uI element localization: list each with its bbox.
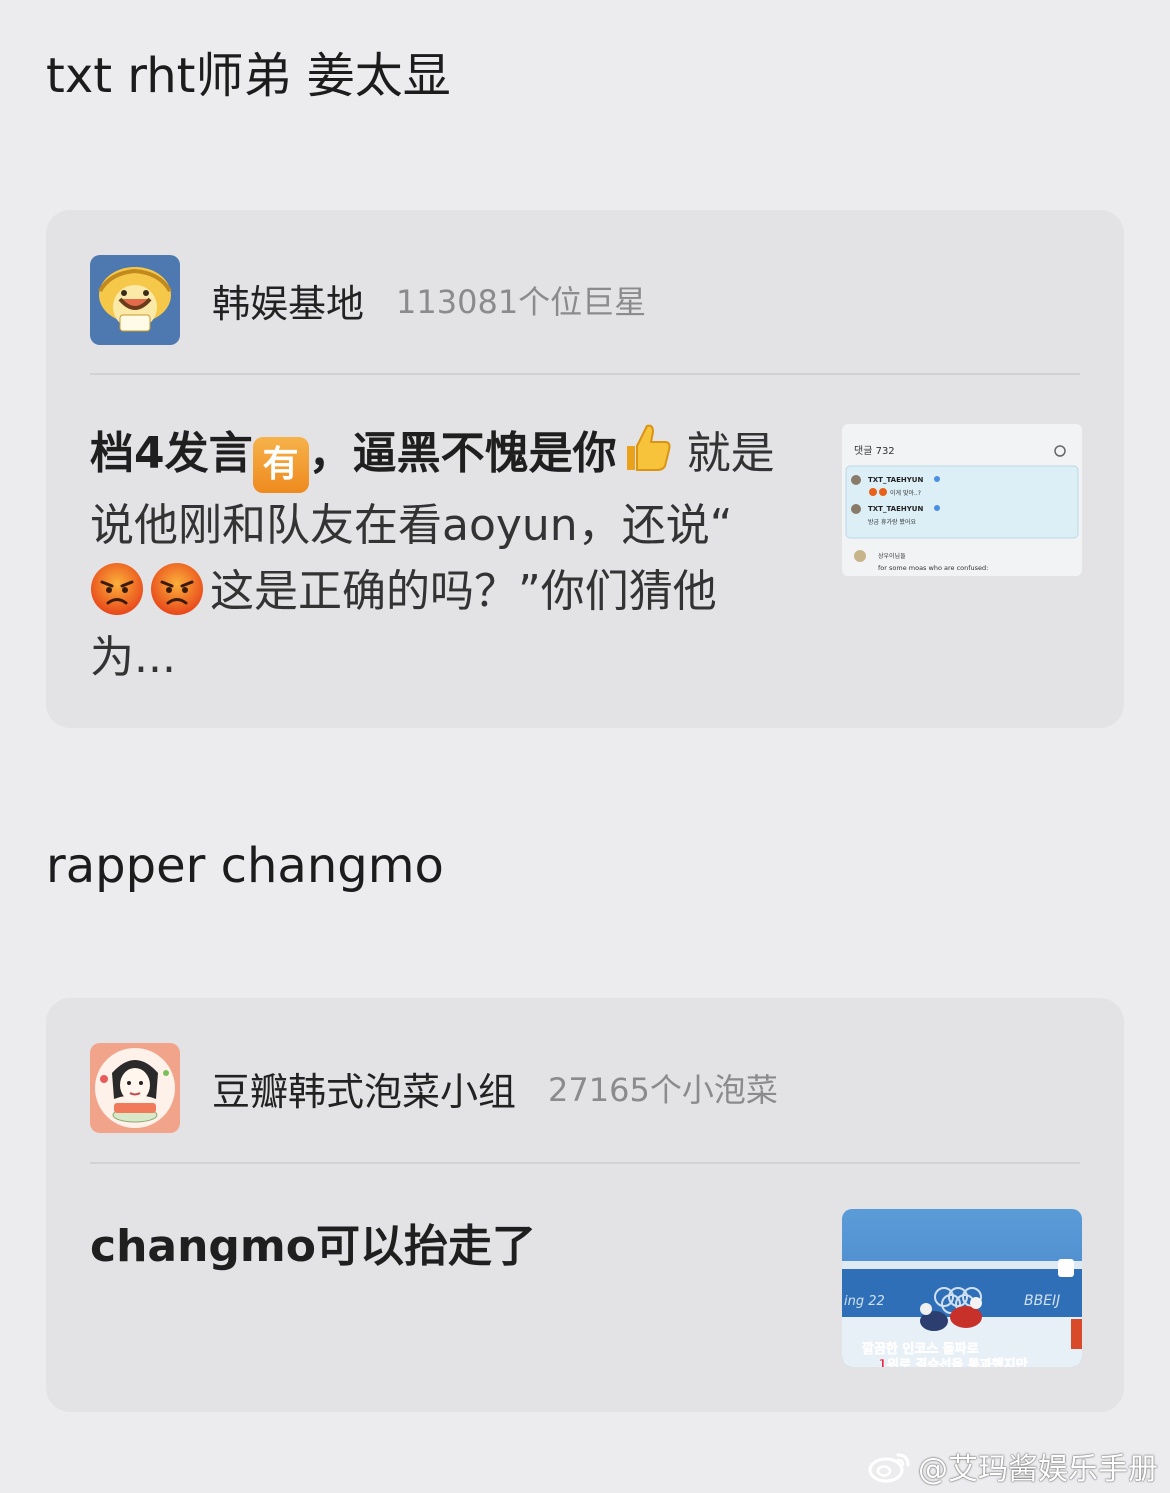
post-lead-text-2: ，逼黑不愧是你 [308, 428, 617, 479]
post-lead-text: 档4发言 [90, 428, 253, 479]
member-count: 113081个位巨星 [396, 283, 647, 321]
you-emoji-icon: 有 [252, 437, 309, 493]
comment-header: 댓글 732 [854, 445, 895, 457]
post-thumbnail[interactable]: 댓글 732 TXT_TAEHYUN 이게 맞아..? TXT_TAEHYUN … [842, 420, 1082, 580]
page: txt rht师弟 姜太显 韩娱基地 113081个位巨星 档4发言有，逼黑不愧… [0, 0, 1170, 1493]
group-avatar[interactable] [90, 1043, 180, 1133]
comment-line-3: for some moas who are confused: [878, 564, 988, 572]
comment-screenshot-image: 댓글 732 TXT_TAEHYUN 이게 맞아..? TXT_TAEHYUN … [842, 420, 1082, 580]
angry-face-icon [91, 563, 143, 615]
post-card-douban[interactable]: 豆瓣韩式泡菜小组 27165个小泡菜 changmo可以抬走了 ing 22 B… [46, 998, 1124, 1412]
watermark-text: @艾玛酱娱乐手册 [918, 1452, 1158, 1487]
group-name[interactable]: 豆瓣韩式泡菜小组 [212, 1061, 516, 1116]
post-thumbnail[interactable]: ing 22 BBEIJ 깔끔한 인코스 돌파로 1위로 결승선을 통과했지만 [842, 1209, 1082, 1367]
video-caption-2: 1위로 결승선을 통과했지만 [878, 1357, 1028, 1367]
section-title-changmo: rapper changmo [46, 838, 444, 894]
speed-skating-video-frame-image: ing 22 BBEIJ 깔끔한 인코스 돌파로 1위로 결승선을 통과했지만 [842, 1209, 1082, 1367]
thumbs-up-icon [626, 424, 671, 471]
post-card-hanyu[interactable]: 韩娱基地 113081个位巨星 档4发言有，逼黑不愧是你 就是说他刚和队友在看a… [46, 210, 1124, 728]
comment-user-2: TXT_TAEHYUN [868, 505, 923, 513]
cartoon-girl-cooking-avatar-icon [90, 1043, 180, 1133]
weibo-logo-icon [868, 1453, 910, 1483]
group-name[interactable]: 韩娱基地 [212, 273, 364, 328]
group-avatar[interactable] [90, 255, 180, 345]
post-text[interactable]: changmo可以抬走了 [90, 1214, 780, 1280]
divider [90, 373, 1080, 375]
banner-text: BBEIJ [1024, 1293, 1060, 1309]
member-count: 27165个小泡菜 [548, 1071, 778, 1109]
banner-text-left: ing 22 [844, 1294, 885, 1309]
divider [90, 1162, 1080, 1164]
angry-face-icon [151, 563, 203, 615]
video-caption-1: 깔끔한 인코스 돌파로 [862, 1341, 979, 1357]
smiling-cartoon-avatar-icon [90, 255, 180, 345]
post-text[interactable]: 档4发言有，逼黑不愧是你 就是说他刚和队友在看aoyun，还说“ 这是正确的吗？… [90, 420, 780, 691]
card-header[interactable]: 韩娱基地 113081个位巨星 [90, 254, 646, 346]
comment-user-3: 상우이님들 [878, 552, 906, 560]
comment-line-1: 이게 맞아..? [890, 489, 921, 497]
section-title-txt: txt rht师弟 姜太显 [46, 48, 451, 104]
card-header[interactable]: 豆瓣韩式泡菜小组 27165个小泡菜 [90, 1042, 778, 1134]
watermark: @艾玛酱娱乐手册 [868, 1444, 1158, 1488]
comment-user-1: TXT_TAEHYUN [868, 476, 923, 484]
comment-line-2: 방금 휴가랑 봤어요 [868, 518, 916, 526]
